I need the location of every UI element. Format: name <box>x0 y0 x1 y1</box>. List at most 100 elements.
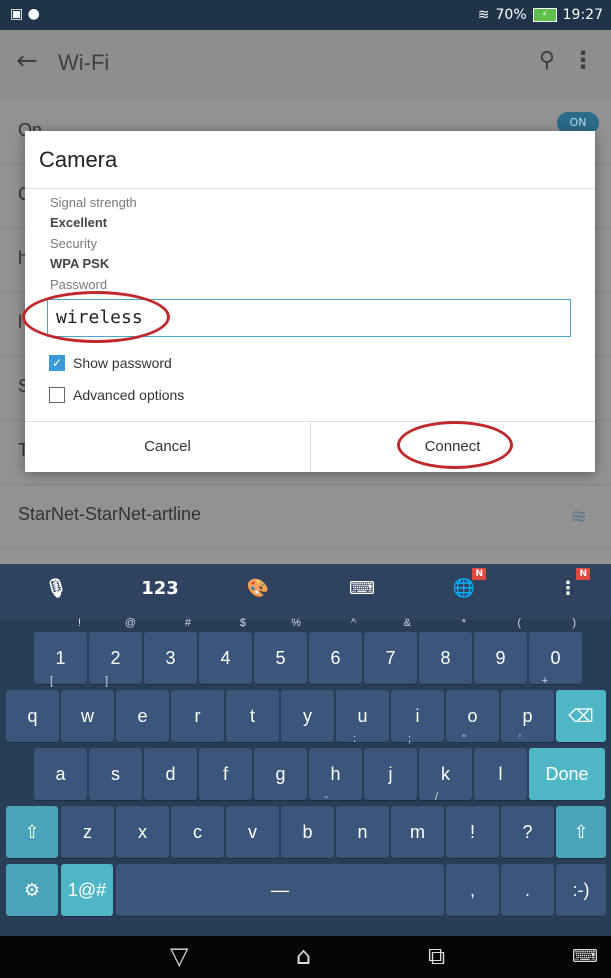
keyboard-layout-icon[interactable]: ⌨ <box>334 578 390 599</box>
key-v[interactable]: v <box>226 806 279 858</box>
password-input[interactable]: wireless <box>47 299 571 337</box>
key-b[interactable]: b- <box>281 792 334 858</box>
security-label: Security <box>50 236 97 251</box>
key-l[interactable]: l ' <box>474 734 527 800</box>
home-nav-icon[interactable]: ⌂ <box>296 942 311 970</box>
symbols-key[interactable]: 1@# <box>61 864 113 916</box>
done-button[interactable]: Done <box>529 748 605 800</box>
settings-key[interactable]: ⚙ <box>6 864 58 916</box>
key-symbol[interactable]: ! <box>446 806 499 858</box>
key-z[interactable]: z <box>61 806 114 858</box>
key-label: 1@# <box>67 880 107 900</box>
key-m[interactable]: m / <box>391 792 444 858</box>
key-secondary-symbol: ! <box>77 617 81 629</box>
key-secondary-symbol: / <box>434 791 438 803</box>
key-7[interactable]: 7 & <box>364 618 417 684</box>
language-globe-icon[interactable]: 🌐 N <box>436 568 492 599</box>
show-password-label: Show password <box>73 355 172 371</box>
key-label: ! <box>469 822 475 842</box>
recents-nav-icon[interactable]: ⧉ <box>428 942 445 970</box>
key-secondary-symbol: % <box>291 617 301 629</box>
key-2[interactable]: 2 @ <box>89 618 142 684</box>
key-3[interactable]: 3 # <box>144 618 197 684</box>
key-4[interactable]: 4 $ <box>199 618 252 684</box>
key-j[interactable]: j; <box>364 734 417 800</box>
key-label: 5 <box>275 648 286 668</box>
key-label: Done <box>545 764 589 784</box>
connect-button[interactable]: Connect <box>310 422 595 472</box>
key-o[interactable]: o <box>446 690 499 742</box>
keyboard-switch-icon[interactable]: ⌨ <box>572 946 598 967</box>
wifi-network-item[interactable]: StarNet-StarNet-artline ≋ <box>0 484 611 549</box>
key-label: i <box>415 706 420 726</box>
key-a[interactable]: a <box>34 748 87 800</box>
key-e[interactable]: e <box>116 690 169 742</box>
key-i[interactable]: i <box>391 690 444 742</box>
key-6[interactable]: 6 ^ <box>309 618 362 684</box>
key-label: d <box>165 764 176 784</box>
key-g[interactable]: g <box>254 748 307 800</box>
key-u[interactable]: u <box>336 690 389 742</box>
key-label: l <box>498 764 503 784</box>
space-bar[interactable]: — <box>116 864 444 916</box>
key-1[interactable]: 1! <box>34 618 87 684</box>
battery-percent: 70% <box>495 7 527 23</box>
key-h[interactable]: h: <box>309 734 362 800</box>
key-0[interactable]: 0) <box>529 618 582 684</box>
key-n[interactable]: n <box>336 806 389 858</box>
more-menu-icon[interactable]: ⋮ N <box>540 568 596 599</box>
network-name: StarNet-StarNet-artline <box>18 504 202 524</box>
key-9[interactable]: 9( <box>474 618 527 684</box>
key-label: 4 <box>220 648 231 668</box>
advanced-options-checkbox[interactable]: Advanced options <box>49 387 184 403</box>
period-key[interactable]: . <box>501 864 554 916</box>
key-secondary-symbol: ; <box>407 733 411 745</box>
key-label: q <box>27 706 38 726</box>
key-x[interactable]: x <box>116 806 169 858</box>
search-icon[interactable]: ⚲ <box>539 48 555 73</box>
key-k[interactable]: k " <box>419 734 472 800</box>
key-r[interactable]: r <box>171 690 224 742</box>
emoji-key[interactable]: :-) <box>556 864 606 916</box>
key-secondary-symbol: - <box>324 791 328 803</box>
key-c[interactable]: c <box>171 806 224 858</box>
key-secondary-symbol: ( <box>517 617 521 629</box>
key-label: r <box>194 706 201 726</box>
key-label: j <box>388 764 393 784</box>
key-d[interactable]: d <box>144 748 197 800</box>
key-label: b <box>302 822 313 842</box>
back-nav-icon[interactable]: ▽ <box>170 942 188 970</box>
key-label: u <box>357 706 368 726</box>
key-label: w <box>81 706 94 726</box>
key-q[interactable]: q[ <box>6 676 59 742</box>
back-arrow-icon[interactable]: ← <box>16 46 38 76</box>
key-s[interactable]: s <box>89 748 142 800</box>
key-secondary-symbol: ' <box>518 733 521 745</box>
key-t[interactable]: t <box>226 690 279 742</box>
key-label: o <box>467 706 478 726</box>
key-y[interactable]: y <box>281 690 334 742</box>
divider <box>25 188 595 189</box>
key-symbol[interactable]: ? <box>501 806 554 858</box>
list-item-label: l <box>18 312 22 332</box>
key-w[interactable]: w] <box>61 676 114 742</box>
show-password-checkbox[interactable]: ✓ Show password <box>49 355 172 371</box>
key-p[interactable]: p + <box>501 676 554 742</box>
shift-key-left[interactable]: ⇧ <box>6 806 58 858</box>
key-8[interactable]: 8 * <box>419 618 472 684</box>
cancel-button[interactable]: Cancel <box>25 422 310 472</box>
more-options-icon[interactable]: ⋮ <box>571 46 595 74</box>
key-f[interactable]: f <box>199 748 252 800</box>
key-label: . <box>524 880 530 900</box>
numbers-key[interactable]: 123 <box>132 578 188 599</box>
checkbox-unchecked-icon <box>49 387 65 403</box>
key-label: y <box>303 706 312 726</box>
key-label: :-) <box>572 880 590 900</box>
key-label: f <box>222 764 228 784</box>
theme-palette-icon[interactable]: 🎨 <box>230 578 286 599</box>
backspace-key[interactable]: ⌫ <box>556 690 606 742</box>
shift-key-right[interactable]: ⇧ <box>556 806 606 858</box>
key-5[interactable]: 5% <box>254 618 307 684</box>
microphone-icon[interactable]: 🎙 <box>28 578 84 599</box>
comma-key[interactable]: , <box>446 864 499 916</box>
